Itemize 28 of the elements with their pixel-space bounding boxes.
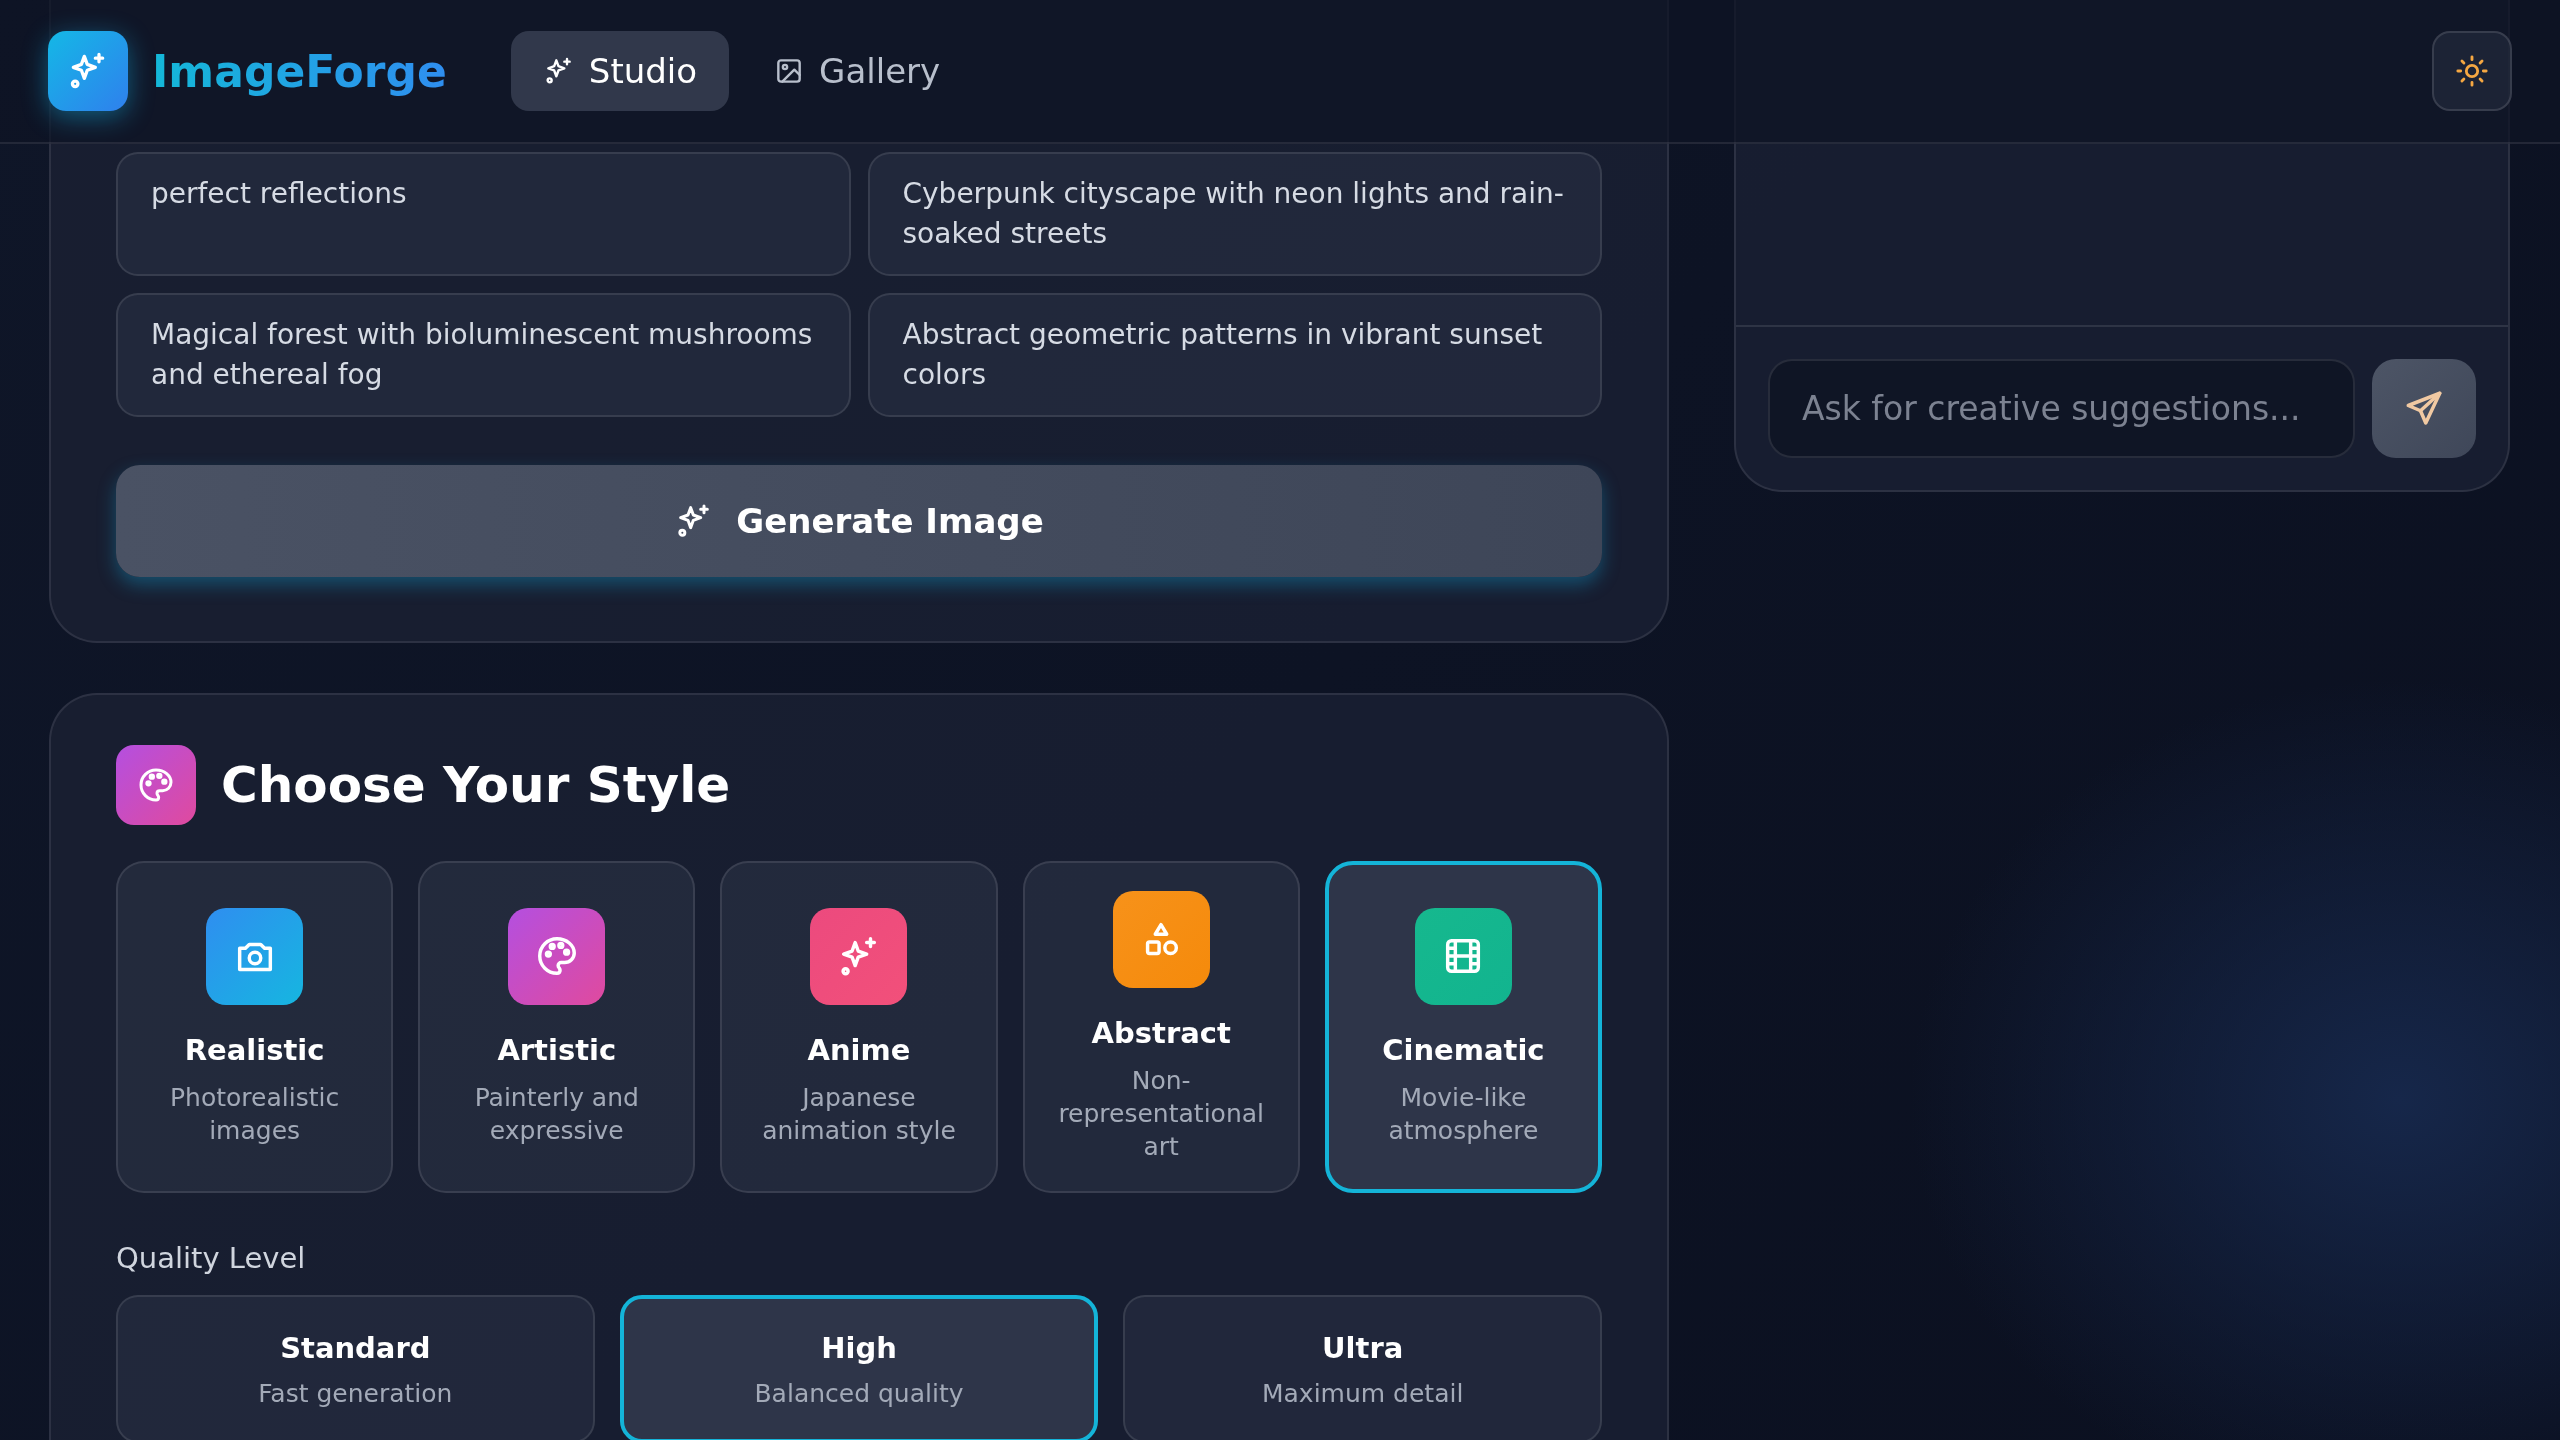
style-card[interactable]: Cinematic Movie-like atmosphere bbox=[1324, 861, 1602, 1193]
theme-toggle-button[interactable] bbox=[2432, 31, 2512, 111]
quality-label: Quality Level bbox=[116, 1241, 307, 1275]
style-card[interactable]: Realistic Photorealistic images bbox=[116, 861, 394, 1193]
prompt-suggestion[interactable]: Abstract geometric patterns in vibrant sunset colors bbox=[867, 293, 1602, 417]
prompt-suggestion[interactable]: perfect reflections bbox=[116, 152, 851, 276]
film-icon bbox=[1414, 907, 1512, 1005]
quality-option[interactable]: Ultra Maximum detail bbox=[1123, 1295, 1602, 1440]
suggestion-input[interactable]: Ask for creative suggestions... bbox=[1768, 359, 2355, 458]
style-card[interactable]: Abstract Non-representational art bbox=[1022, 861, 1300, 1193]
quality-option[interactable]: High Balanced quality bbox=[619, 1295, 1099, 1440]
palette-icon bbox=[508, 907, 606, 1005]
sparkles-icon bbox=[810, 907, 908, 1005]
nav-tab[interactable]: Studio bbox=[510, 31, 730, 111]
nav-tab[interactable]: Gallery bbox=[741, 31, 973, 111]
section-title: Choose Your Style bbox=[221, 756, 731, 814]
quality-option[interactable]: Standard Fast generation bbox=[116, 1295, 595, 1440]
shapes-icon bbox=[1112, 891, 1210, 988]
style-card[interactable]: Anime Japanese animation style bbox=[720, 861, 998, 1193]
generate-button[interactable]: Generate Image bbox=[116, 465, 1602, 577]
camera-icon bbox=[206, 907, 304, 1005]
prompt-suggestion[interactable]: Cyberpunk cityscape with neon lights and rain-soaked streets bbox=[867, 152, 1602, 276]
sparkles-logo-icon bbox=[48, 31, 128, 111]
send-button[interactable] bbox=[2372, 359, 2476, 458]
prompt-suggestion[interactable]: Magical forest with bioluminescent mushrooms and ethereal fog bbox=[116, 293, 851, 417]
sun-icon bbox=[2455, 54, 2489, 88]
palette-icon bbox=[116, 745, 196, 825]
style-card[interactable]: Artistic Painterly and expressive bbox=[418, 861, 696, 1193]
